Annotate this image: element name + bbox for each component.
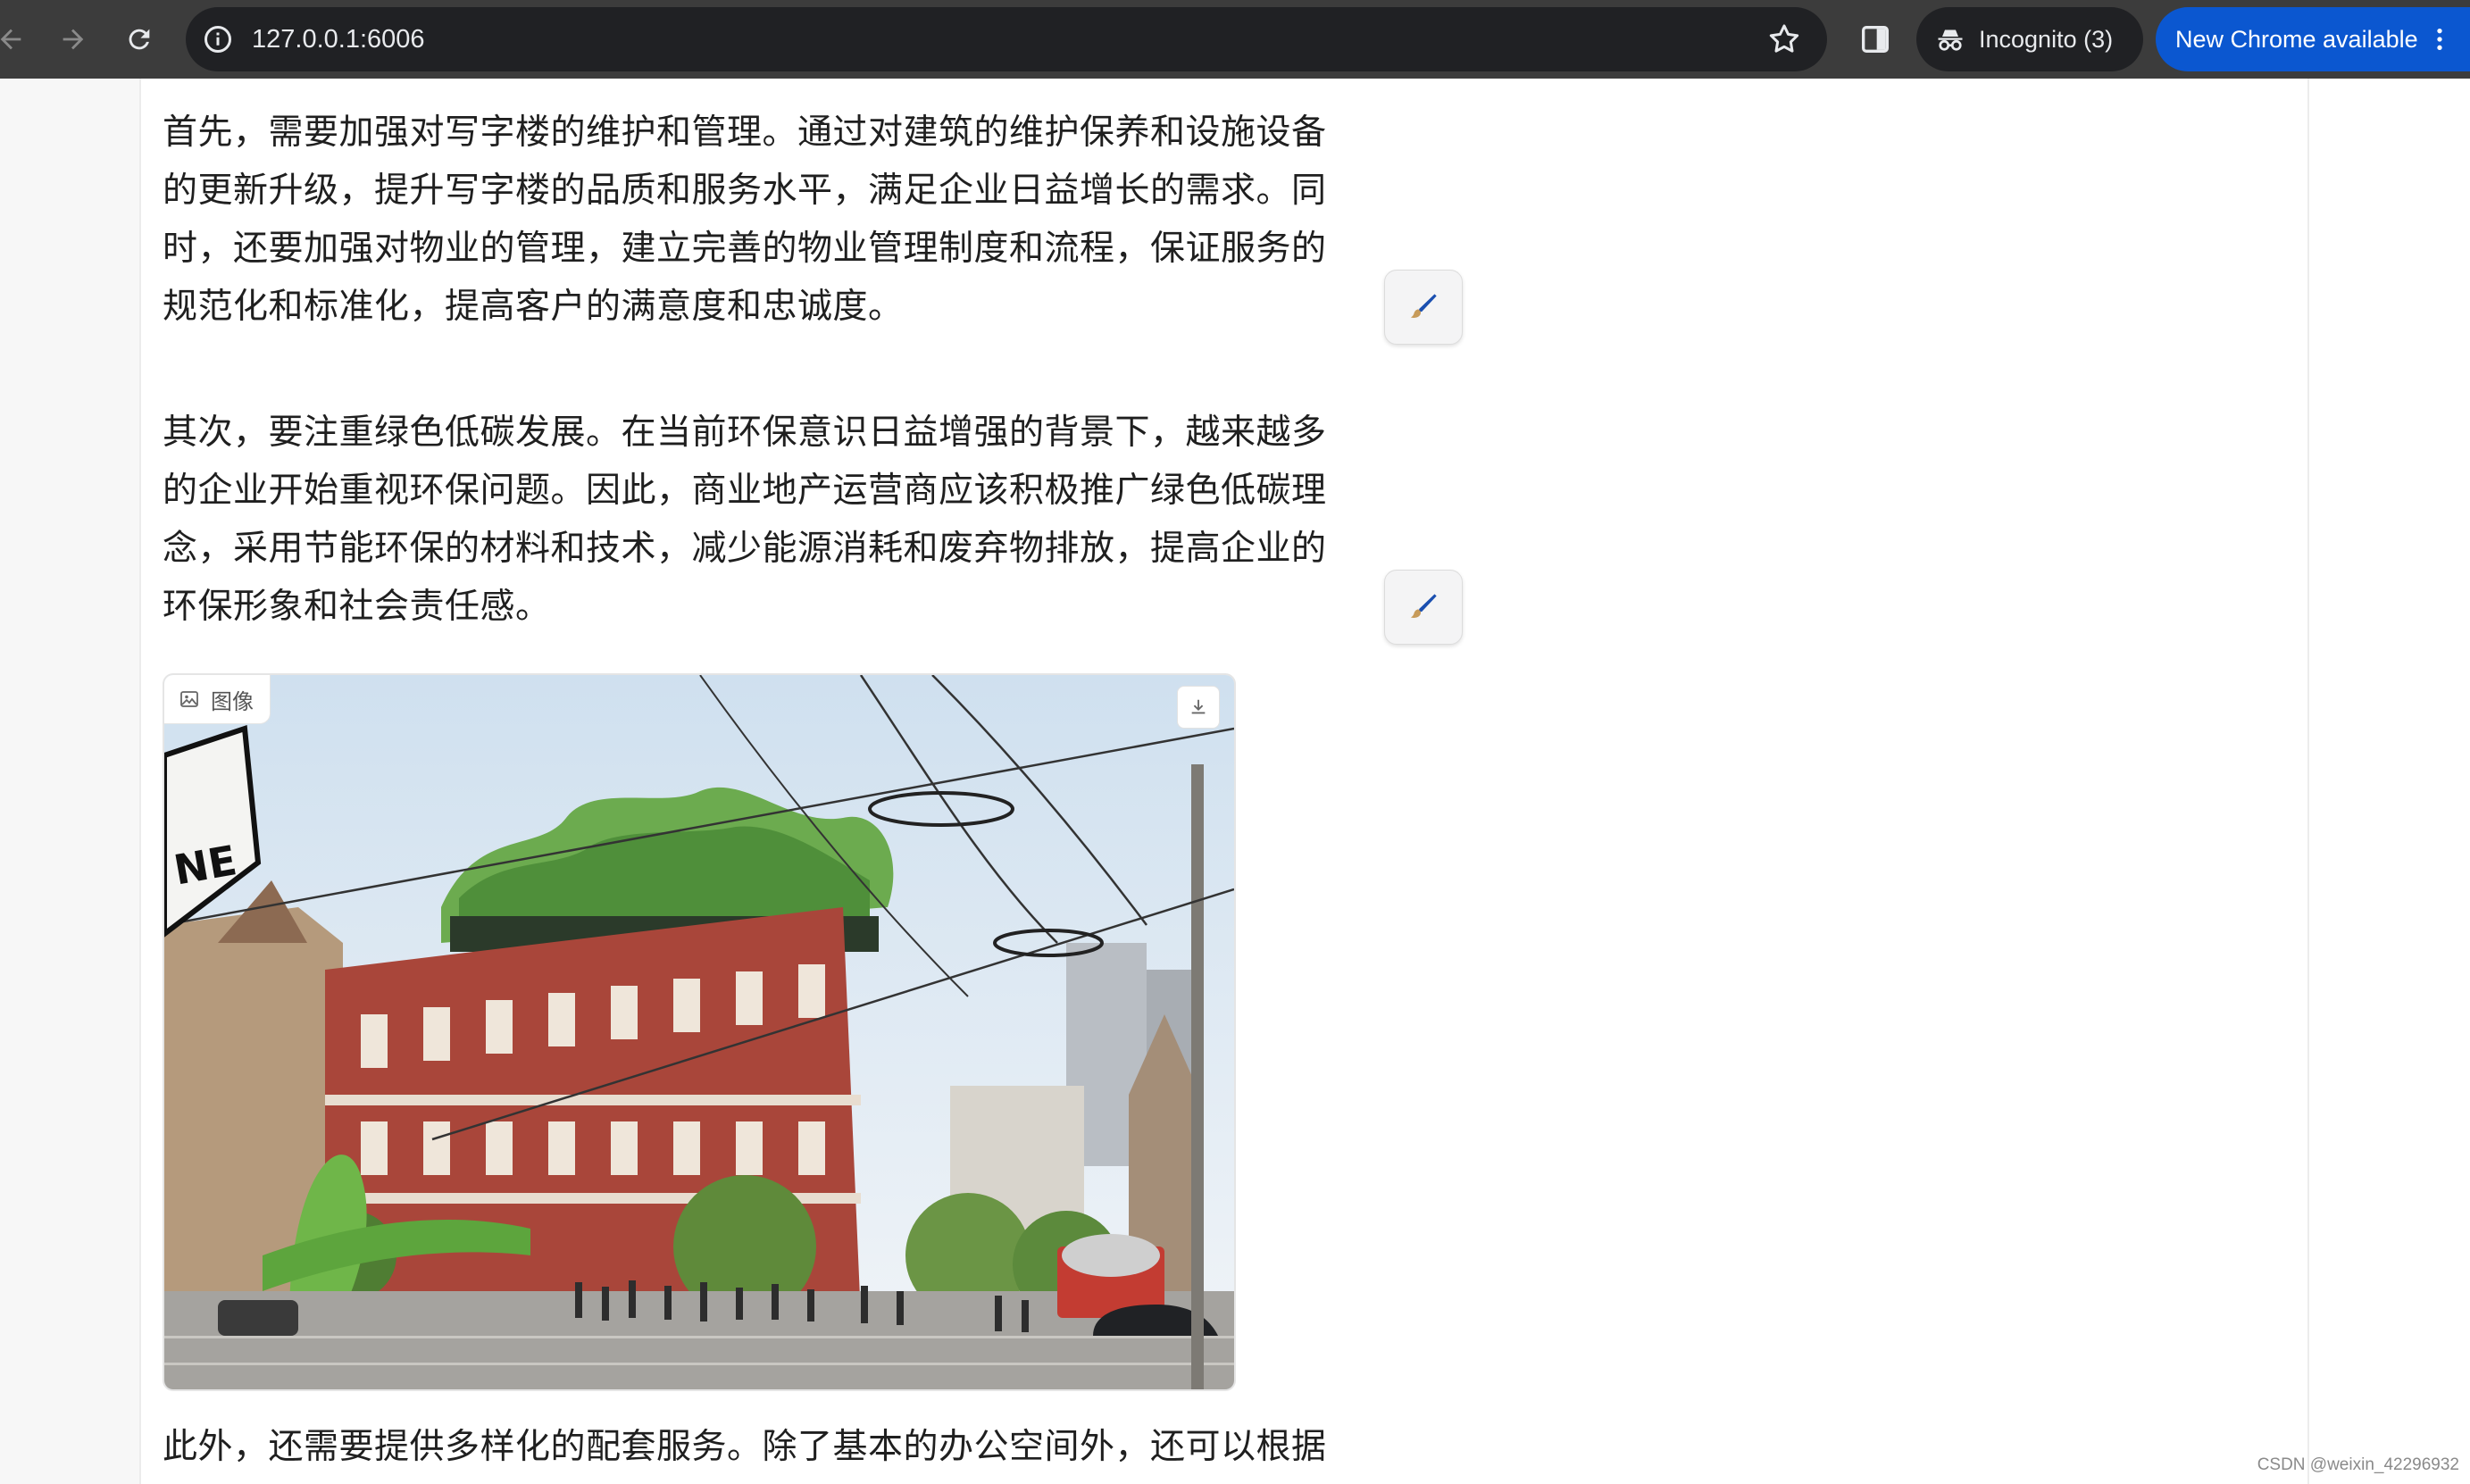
forward-button[interactable] <box>46 13 100 66</box>
bookmark-star-icon[interactable] <box>1766 21 1802 57</box>
back-button[interactable] <box>0 13 38 66</box>
image-label-tag: 图像 <box>164 675 271 724</box>
incognito-indicator[interactable]: Incognito (3) <box>1916 7 2143 71</box>
pencil-icon <box>1410 294 1437 318</box>
paragraph-2: 其次，要注重绿色低碳发展。在当前环保意识日益增强的背景下，越来越多的企业开始重视… <box>163 413 1327 627</box>
side-panel-icon[interactable] <box>1857 21 1893 57</box>
incognito-label: Incognito (3) <box>1979 25 2114 53</box>
site-info-icon[interactable] <box>202 23 234 55</box>
download-image-button[interactable] <box>1177 686 1220 729</box>
street-scene-image: NE <box>164 675 1234 1389</box>
url-text[interactable]: 127.0.0.1:6006 <box>252 7 425 71</box>
arrow-right-icon <box>63 29 84 50</box>
download-icon <box>1191 699 1206 714</box>
arrow-left-icon <box>0 29 21 50</box>
image-label-text: 图像 <box>211 688 254 714</box>
watermark: CSDN @weixin_42296932 <box>2257 1455 2459 1474</box>
reload-button[interactable] <box>113 13 166 66</box>
chrome-update-button[interactable]: New Chrome available <box>2156 7 2470 71</box>
paragraph-3: 此外，还需要提供多样化的配套服务。除了基本的办公空间外，还可以根据 <box>163 1427 1327 1467</box>
paragraph-1: 首先，需要加强对写字楼的维护和管理。通过对建筑的维护保养和设施设备的更新升级，提… <box>163 113 1327 327</box>
edit-paragraph-1-button[interactable] <box>1384 270 1463 345</box>
generated-image: NE 图像 <box>163 673 1236 1391</box>
pencil-icon <box>1410 594 1437 618</box>
browser-toolbar: 127.0.0.1:6006 Incognito (3) New Chrome … <box>0 0 2470 79</box>
edit-paragraph-2-button[interactable] <box>1384 570 1463 645</box>
image-icon <box>180 691 198 707</box>
update-label: New Chrome available <box>2175 25 2418 53</box>
address-bar[interactable]: 127.0.0.1:6006 <box>186 7 1827 71</box>
right-divider <box>2307 79 2309 1484</box>
more-vert-icon[interactable] <box>2425 25 2454 54</box>
page-content: 首先，需要加强对写字楼的维护和管理。通过对建筑的维护保养和设施设备的更新升级，提… <box>0 79 2470 1484</box>
reload-icon <box>129 29 150 50</box>
incognito-icon <box>1938 29 1963 51</box>
left-gutter <box>0 79 141 1484</box>
